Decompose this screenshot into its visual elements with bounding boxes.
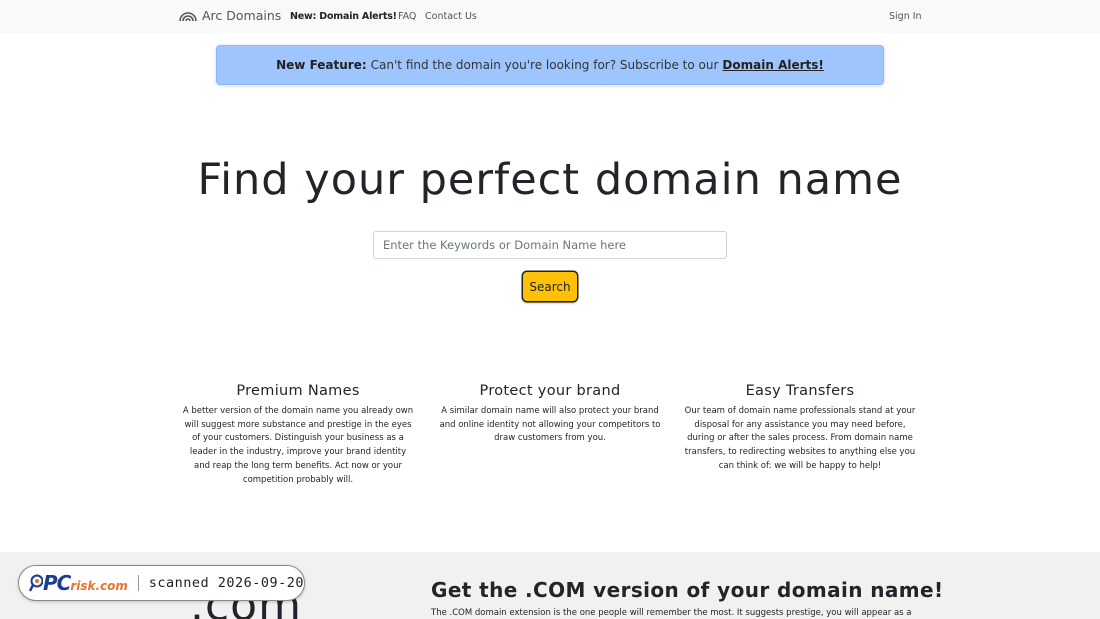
feature-text: Our team of domain name professionals st… [684,406,916,471]
brand-name: Arc Domains [202,8,282,23]
nav-contact-link[interactable]: Contact Us [425,11,477,22]
domain-alerts-link[interactable]: Domain Alerts! [722,58,823,72]
logo-pc: PC [43,571,71,595]
domain-search-input[interactable] [373,231,727,259]
logo-risk: risk.com [70,579,128,593]
navbar: Arc Domains New: Domain Alerts! FAQ Cont… [0,0,1100,33]
feature-title: Protect your brand [479,383,621,399]
com-section-title: Get the .COM version of your domain name… [431,578,944,602]
divider [137,575,139,591]
scan-date: scanned 2026-09-20 [148,575,304,591]
feature-title: Premium Names [236,383,360,399]
alert-text: Can't find the domain you're looking for… [370,58,719,72]
brand-link[interactable]: Arc Domains [179,8,281,23]
feature-protect-brand: Protect your brand A similar domain name… [434,383,666,446]
pcrisk-logo: PC risk.com [29,571,128,595]
magnifier-icon [29,574,43,592]
feature-premium-names: Premium Names A better version of the do… [182,383,414,487]
search-button[interactable]: Search [523,272,577,301]
feature-title: Easy Transfers [745,383,855,399]
feature-text: A better version of the domain name you … [182,406,414,485]
nav-faq-link[interactable]: FAQ [398,11,416,22]
feature-alert-banner: New Feature: Can't find the domain you'r… [216,45,884,85]
alert-lead: New Feature: [276,58,367,72]
scan-watermark: PC risk.com scanned 2026-09-20 [18,565,305,601]
nav-domain-alerts-link[interactable]: New: Domain Alerts! [290,11,397,22]
feature-text: A similar domain name will also protect … [439,406,661,444]
feature-easy-transfers: Easy Transfers Our team of domain name p… [684,383,916,474]
signal-arc-icon [179,10,197,22]
sign-in-link[interactable]: Sign In [889,11,922,22]
hero-title: Find your perfect domain name [197,155,903,205]
com-section-text: The .COM domain extension is the one peo… [431,608,912,618]
